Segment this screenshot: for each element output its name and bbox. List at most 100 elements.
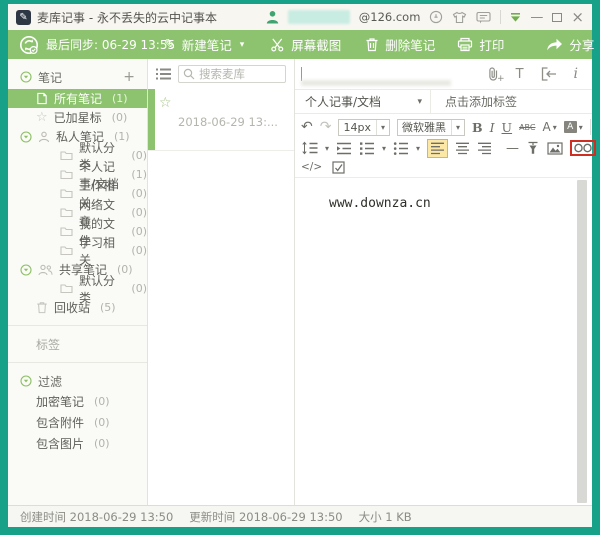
sidebar-folder-personal-docs[interactable]: 个人记事/文档 (1)	[8, 160, 147, 191]
sidebar-filter-attachments[interactable]: 包含附件 (0)	[8, 412, 147, 433]
horizontal-rule-button[interactable]: —	[506, 142, 519, 155]
sync-label: 最后同步: 06-29 13:55	[46, 38, 176, 52]
folder-icon	[60, 150, 73, 161]
attachment-icon[interactable]: +	[487, 66, 505, 84]
highlight-letter: A	[563, 121, 577, 133]
item-label: 回收站	[54, 301, 91, 315]
list-view-icon[interactable]	[156, 68, 171, 80]
font-family-value: 微软雅黑	[401, 121, 446, 134]
highlight-color-button[interactable]: A ▾	[563, 121, 583, 133]
item-count: (0)	[131, 244, 147, 257]
note-content-area[interactable]: www.downza.cn	[295, 178, 592, 505]
item-count: (0)	[94, 416, 110, 429]
item-label: 所有笔记	[54, 92, 103, 106]
font-size-select[interactable]: 14px ▾	[338, 118, 390, 136]
strikethrough-button[interactable]: ABC	[519, 123, 535, 132]
align-right-button[interactable]	[477, 142, 492, 155]
align-left-button[interactable]	[427, 138, 449, 158]
sidebar-item-shared-notes[interactable]: 共享笔记 (0)	[8, 260, 147, 279]
undo-icon[interactable]: ↶	[301, 120, 313, 134]
star-icon[interactable]: ☆	[159, 95, 172, 111]
insert-link-button-highlighted[interactable]	[570, 140, 597, 156]
sidebar-folder-work[interactable]: 工作相关 (0)	[8, 179, 147, 210]
search-box[interactable]	[178, 65, 286, 83]
share-button[interactable]: 分享 ▾	[546, 35, 600, 54]
insert-image-button[interactable]	[547, 141, 563, 155]
bold-button[interactable]: B	[472, 120, 483, 135]
chevron-down-icon[interactable]: ▾	[325, 144, 329, 153]
sidebar-folder-my-files[interactable]: 我的文件 (0)	[8, 217, 147, 248]
chevron-down-icon: ▾	[417, 96, 422, 107]
font-color-button[interactable]: A ▾	[542, 120, 556, 134]
main-toolbar: 最后同步: 06-29 13:55 ✎ 新建笔记 ▾ 屏幕截图 删除笔记 打印	[8, 30, 594, 59]
note-title-row[interactable]: + T i	[295, 59, 592, 89]
underline-button[interactable]: U	[502, 120, 513, 135]
sidebar-item-starred[interactable]: ☆ 已加星标 (0)	[8, 108, 147, 127]
print-button[interactable]: 打印	[457, 35, 504, 54]
export-icon[interactable]	[541, 67, 557, 81]
chevron-down-icon[interactable]: ▾	[416, 144, 420, 153]
item-label: 包含图片	[36, 437, 85, 451]
sidebar-section-tags[interactable]: 标签	[8, 334, 147, 354]
sidebar-folder-web-articles[interactable]: 网络文章 (0)	[8, 198, 147, 229]
collapse-toolbar-icon[interactable]	[510, 12, 521, 22]
sidebar-folder-shared-default[interactable]: 默认分类 (0)	[8, 274, 147, 305]
ordered-list-button[interactable]	[359, 141, 375, 155]
italic-button[interactable]: I	[490, 120, 495, 135]
screenshot-button[interactable]: 屏幕截图	[270, 35, 341, 54]
expander-icon[interactable]	[20, 263, 32, 276]
sidebar: 笔记 + 所有笔记 (1) ☆ 已加星标 (0) 私人笔记 (1) 默认分类 (…	[8, 59, 148, 505]
close-button[interactable]: ×	[571, 9, 584, 25]
search-input[interactable]	[199, 67, 279, 81]
chevron-down-icon: ▾	[375, 119, 385, 135]
category-dropdown[interactable]: 个人记事/文档 ▾	[295, 93, 430, 110]
note-content-text: www.downza.cn	[329, 196, 431, 211]
add-tag-field[interactable]: 点击添加标签	[431, 93, 517, 110]
sidebar-item-all-notes[interactable]: 所有笔记 (1)	[8, 89, 147, 108]
code-view-button[interactable]: </>	[301, 161, 322, 173]
bullet-list-button[interactable]	[393, 141, 409, 155]
clear-format-button[interactable]	[526, 141, 540, 155]
item-count: (0)	[131, 187, 147, 200]
chevron-down-icon[interactable]: ▾	[240, 40, 245, 50]
add-notebook-button[interactable]: +	[123, 69, 135, 85]
align-center-button[interactable]	[455, 142, 470, 155]
sidebar-folder-default[interactable]: 默认分类 (0)	[8, 141, 147, 172]
item-count: (5)	[100, 301, 116, 314]
text-style-icon[interactable]: T	[516, 67, 524, 82]
sidebar-filter-encrypted[interactable]: 加密笔记 (0)	[8, 391, 147, 412]
redo-icon[interactable]: ↷	[320, 120, 332, 134]
app-icon: ✎	[16, 9, 31, 25]
folder-icon	[60, 169, 73, 180]
sync-status[interactable]: 最后同步: 06-29 13:55	[18, 34, 175, 56]
note-list-item[interactable]: ☆ 2018-06-29 13:...	[148, 89, 294, 151]
info-icon[interactable]: i	[574, 66, 578, 82]
expander-icon[interactable]	[20, 130, 32, 143]
minimize-button[interactable]: —	[530, 11, 543, 24]
expander-icon[interactable]	[20, 71, 32, 83]
feedback-icon[interactable]	[476, 11, 491, 24]
expander-icon[interactable]	[20, 375, 32, 387]
sidebar-section-notes[interactable]: 笔记 +	[8, 65, 147, 89]
item-count: (1)	[112, 92, 128, 105]
pencil-icon: ✎	[19, 11, 28, 23]
maximize-button[interactable]	[552, 12, 563, 22]
indent-button[interactable]	[336, 142, 352, 155]
sidebar-item-recycle-bin[interactable]: 回收站 (5)	[8, 298, 147, 317]
item-count: (0)	[111, 111, 128, 124]
chevron-down-icon[interactable]: ▾	[382, 144, 386, 153]
new-note-button[interactable]: ✎ 新建笔记 ▾	[164, 35, 244, 54]
scrollbar[interactable]	[577, 180, 587, 503]
sidebar-item-private-notes[interactable]: 私人笔记 (1)	[8, 127, 147, 146]
skin-icon[interactable]	[452, 11, 467, 24]
font-family-select[interactable]: 微软雅黑 ▾	[396, 118, 465, 136]
sidebar-folder-study[interactable]: 学习相关 (0)	[8, 236, 147, 267]
todo-checkbox-button[interactable]	[332, 160, 345, 174]
sidebar-filter-images[interactable]: 包含图片 (0)	[8, 433, 147, 454]
email-suffix: @126.com	[358, 10, 421, 24]
line-height-button[interactable]	[301, 141, 318, 155]
delete-note-button[interactable]: 删除笔记	[365, 35, 435, 54]
sidebar-section-filter[interactable]: 过滤	[8, 371, 147, 391]
lock-icon[interactable]	[429, 10, 443, 24]
divider	[589, 119, 591, 135]
